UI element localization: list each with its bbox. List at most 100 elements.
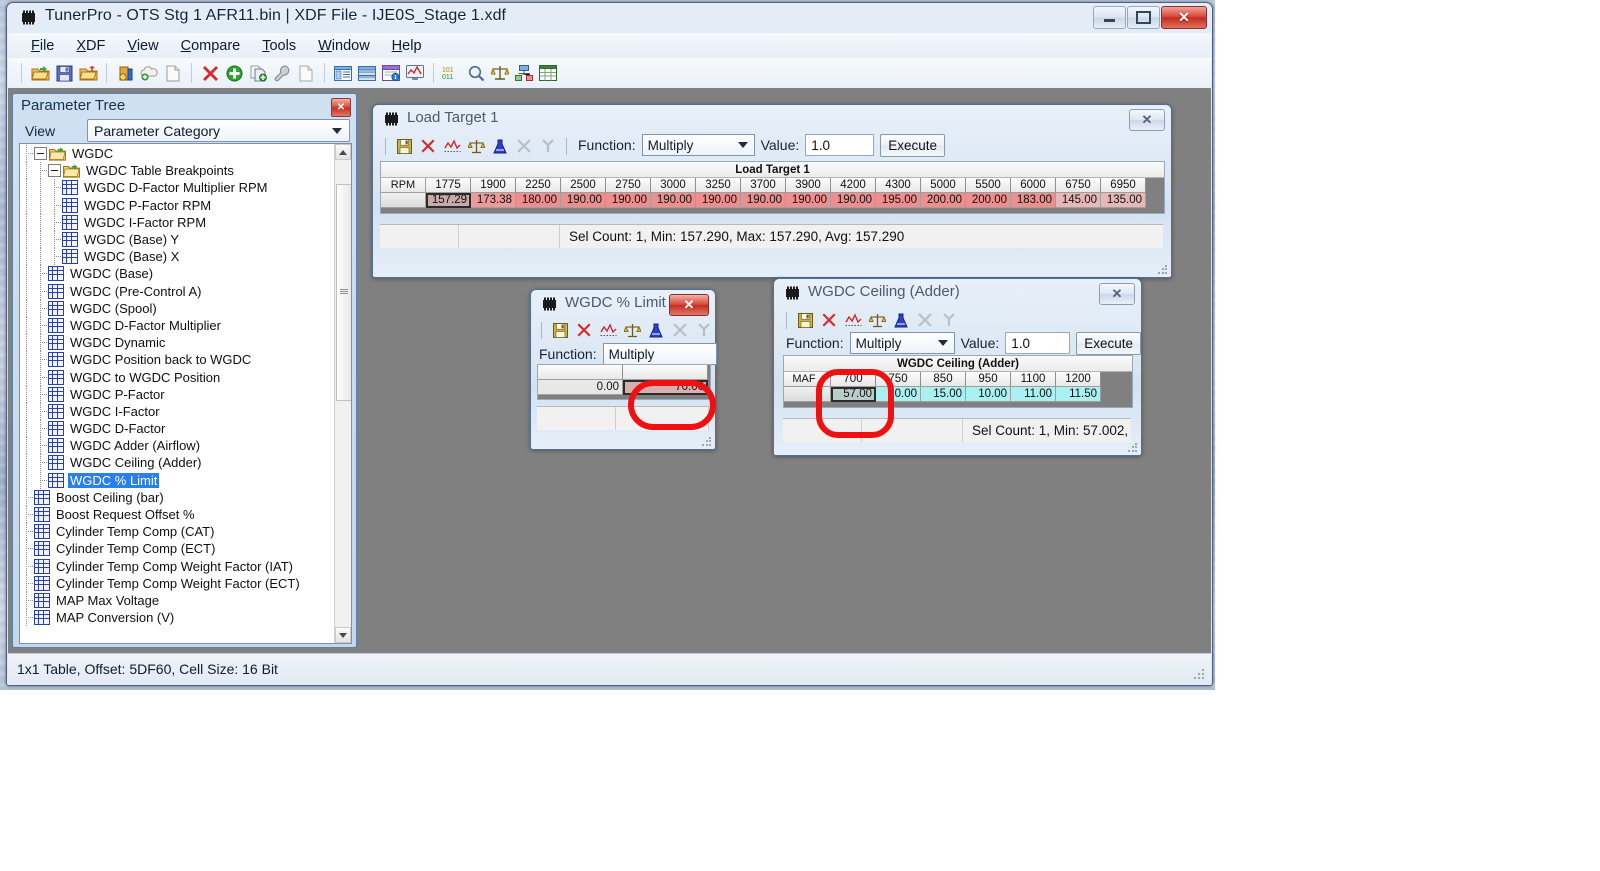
resize-grip-icon[interactable] xyxy=(701,436,712,447)
tree-scrollbar[interactable] xyxy=(334,144,351,643)
open-folder-icon[interactable] xyxy=(29,62,51,84)
parameter-tree-close-icon[interactable]: ✕ xyxy=(331,98,351,117)
grid-cell[interactable]: 183.00 xyxy=(1011,193,1056,208)
interpolate-x-icon[interactable] xyxy=(915,310,935,330)
parameter-tree-list[interactable]: WGDC WGDC Table Breakpoints WGDC D-Factor … xyxy=(20,144,335,643)
grid-cell[interactable]: 145.00 xyxy=(1056,193,1101,208)
grid-column-header[interactable]: 5000 xyxy=(921,178,966,193)
menu-item-help[interactable]: Help xyxy=(381,36,433,56)
grid-cell[interactable]: 10.00 xyxy=(966,387,1011,402)
grid-column-header[interactable]: 1200 xyxy=(1056,372,1101,387)
menu-item-tools[interactable]: Tools xyxy=(251,36,307,56)
tree-item-wgdc-adder-airflow[interactable]: WGDC Adder (Airflow) xyxy=(20,437,335,455)
grid-column-header[interactable]: 850 xyxy=(921,372,966,387)
tree-item-cylinder-temp-comp-weight-factor-iat[interactable]: Cylinder Temp Comp Weight Factor (IAT) xyxy=(20,557,335,575)
load-target-close-icon[interactable]: ✕ xyxy=(1129,109,1165,131)
compare-scales-icon[interactable] xyxy=(489,62,511,84)
scroll-up-arrow-icon[interactable] xyxy=(335,144,351,160)
grid-cell[interactable]: 0.00 xyxy=(538,380,623,395)
grid-column-header[interactable]: 1775 xyxy=(426,178,471,193)
tree-item-wgdc-pre-control-a[interactable]: WGDC (Pre-Control A) xyxy=(20,282,335,300)
grid-column-header[interactable]: 6950 xyxy=(1101,178,1146,193)
wgdc-limit-value-row[interactable]: 0.00 70.00 xyxy=(538,380,710,395)
grid-cell[interactable]: 190.00 xyxy=(741,193,786,208)
grid-column-header[interactable]: 2500 xyxy=(561,178,606,193)
tree-item-wgdc-spool[interactable]: WGDC (Spool) xyxy=(20,299,335,317)
scrollbar-thumb[interactable] xyxy=(336,184,351,401)
flask-icon[interactable] xyxy=(646,320,666,340)
close-button[interactable]: ✕ xyxy=(1161,6,1207,29)
tree-item-wgdc-d-factor-multiplier[interactable]: WGDC D-Factor Multiplier xyxy=(20,316,335,334)
tree-item-map-max-voltage[interactable]: MAP Max Voltage xyxy=(20,591,335,609)
value-input[interactable]: 1.0 xyxy=(805,134,875,156)
grid-column-header[interactable]: 6000 xyxy=(1011,178,1056,193)
grid-cell[interactable]: 180.00 xyxy=(516,193,561,208)
grid-cell[interactable]: 20.00 xyxy=(876,387,921,402)
tree-item-wgdc-position-back-to-wgdc[interactable]: WGDC Position back to WGDC xyxy=(20,351,335,369)
grid-column-header[interactable]: 3700 xyxy=(741,178,786,193)
grid-cell[interactable]: 15.00 xyxy=(921,387,966,402)
graph-table-icon[interactable] xyxy=(843,310,863,330)
grid-column-header[interactable]: 5500 xyxy=(966,178,1011,193)
grid-cell[interactable]: 190.00 xyxy=(831,193,876,208)
wgdc-ceiling-value-row[interactable]: 57.00 20.00 15.00 10.00 11.00 11.50 xyxy=(784,387,1132,402)
spreadsheet-icon[interactable] xyxy=(537,62,559,84)
grid-column-header[interactable]: 1900 xyxy=(471,178,516,193)
save-as-icon[interactable] xyxy=(77,62,99,84)
menu-item-xdf[interactable]: XDF xyxy=(65,36,116,56)
tree-item-wgdc-dynamic[interactable]: WGDC Dynamic xyxy=(20,334,335,352)
tree-item-boost-request-offset[interactable]: Boost Request Offset % xyxy=(20,506,335,524)
panel-info-icon[interactable] xyxy=(380,62,402,84)
wgdc-ceiling-close-icon[interactable]: ✕ xyxy=(1099,283,1135,305)
tree-item-wgdc-base[interactable]: WGDC (Base) xyxy=(20,265,335,283)
grid-column-header[interactable]: 3900 xyxy=(786,178,831,193)
execute-button[interactable]: Execute xyxy=(1076,331,1142,355)
grid-cell[interactable]: 57.00 xyxy=(831,387,876,402)
tree-item-wgdc-d-factor-multiplier-rpm[interactable]: WGDC D-Factor Multiplier RPM xyxy=(20,179,335,197)
grid-cell[interactable]: 200.00 xyxy=(921,193,966,208)
save-table-icon[interactable] xyxy=(795,310,815,330)
tree-item-map-conversion-v[interactable]: MAP Conversion (V) xyxy=(20,609,335,627)
grid-column-header[interactable] xyxy=(538,365,623,380)
grid-column-header[interactable]: 950 xyxy=(966,372,1011,387)
interpolate-y-icon[interactable] xyxy=(538,136,558,156)
grid-cell[interactable]: 11.50 xyxy=(1056,387,1101,402)
maximize-button[interactable] xyxy=(1127,6,1160,29)
load-target-value-row[interactable]: 157.29 173.38 180.00 190.00 190.00 190.00 190.… xyxy=(381,193,1164,208)
tree-item-wgdc-table-breakpoints[interactable]: WGDC Table Breakpoints xyxy=(20,162,335,180)
tree-item-cylinder-temp-comp-cat[interactable]: Cylinder Temp Comp (CAT) xyxy=(20,523,335,541)
grid-column-header[interactable]: 2750 xyxy=(606,178,651,193)
resize-grip-icon[interactable] xyxy=(1193,668,1205,680)
grid-cell[interactable]: 135.00 xyxy=(1101,193,1146,208)
menu-item-compare[interactable]: Compare xyxy=(170,36,252,56)
menu-item-file[interactable]: File xyxy=(20,36,65,56)
wgdc-limit-close-icon[interactable]: ✕ xyxy=(669,294,709,316)
tree-item-wgdc-to-wgdc-position[interactable]: WGDC to WGDC Position xyxy=(20,368,335,386)
grid-cell[interactable]: 190.00 xyxy=(786,193,831,208)
grid-column-header[interactable]: 6750 xyxy=(1056,178,1101,193)
grid-cell[interactable]: 200.00 xyxy=(966,193,1011,208)
tree-item-cylinder-temp-comp-ect[interactable]: Cylinder Temp Comp (ECT) xyxy=(20,540,335,558)
add-green-icon[interactable] xyxy=(223,62,245,84)
save-table-icon[interactable] xyxy=(550,320,570,340)
panel-split-icon[interactable] xyxy=(356,62,378,84)
tree-item-wgdc-d-factor[interactable]: WGDC D-Factor xyxy=(20,420,335,438)
close-table-icon[interactable] xyxy=(819,310,839,330)
tree-item-wgdc-i-factor-rpm[interactable]: WGDC I-Factor RPM xyxy=(20,213,335,231)
scales-compare-icon[interactable] xyxy=(466,136,486,156)
tree-item-wgdc-ceiling-adder[interactable]: WGDC Ceiling (Adder) xyxy=(20,454,335,472)
grid-column-header[interactable]: 3000 xyxy=(651,178,696,193)
search-icon[interactable] xyxy=(465,62,487,84)
resize-grip-icon[interactable] xyxy=(1157,264,1168,275)
grid-cell[interactable]: 195.00 xyxy=(876,193,921,208)
close-table-icon[interactable] xyxy=(418,136,438,156)
flask-icon[interactable] xyxy=(891,310,911,330)
grid-cell[interactable]: 70.00 xyxy=(623,380,708,395)
cloud-icon[interactable] xyxy=(138,62,160,84)
grid-column-header[interactable] xyxy=(623,365,708,380)
grid-cell[interactable]: 173.38 xyxy=(471,193,516,208)
grid-cell[interactable]: 11.00 xyxy=(1011,387,1056,402)
scales-compare-icon[interactable] xyxy=(867,310,887,330)
tree-item-cylinder-temp-comp-weight-factor-ect[interactable]: Cylinder Temp Comp Weight Factor (ECT) xyxy=(20,574,335,592)
tree-expander-icon[interactable] xyxy=(48,164,61,178)
